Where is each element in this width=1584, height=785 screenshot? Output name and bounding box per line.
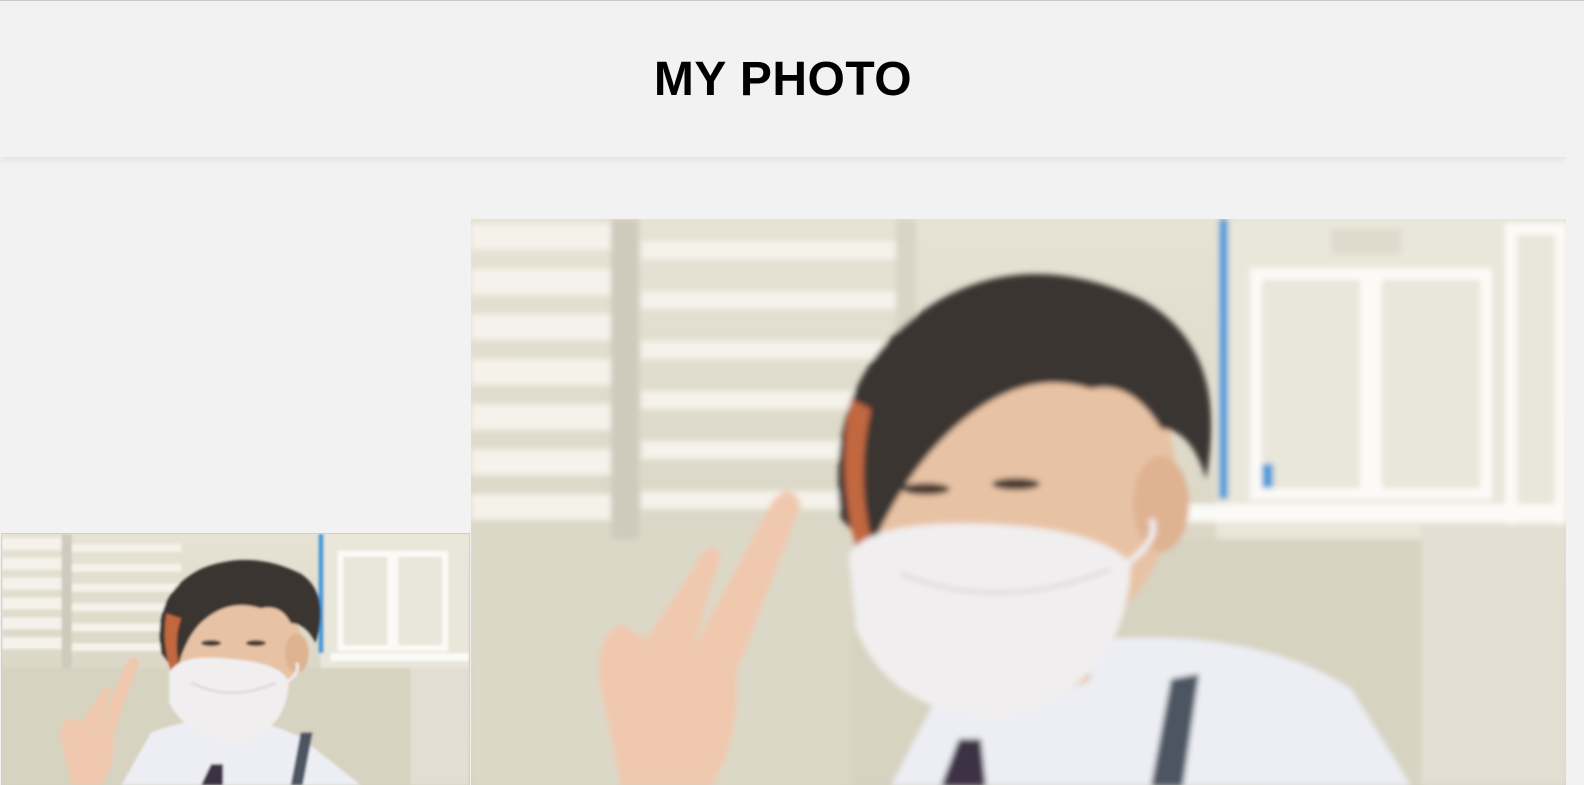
thumbnail-photo[interactable]	[1, 533, 470, 785]
large-photo[interactable]	[471, 219, 1567, 785]
page: MY PHOTO	[0, 0, 1584, 785]
page-title: MY PHOTO	[653, 53, 913, 106]
thumbnail-photo-image	[2, 534, 469, 785]
large-photo-image	[471, 219, 1567, 785]
page-header: MY PHOTO	[0, 1, 1566, 157]
right-edge	[1566, 1, 1584, 785]
